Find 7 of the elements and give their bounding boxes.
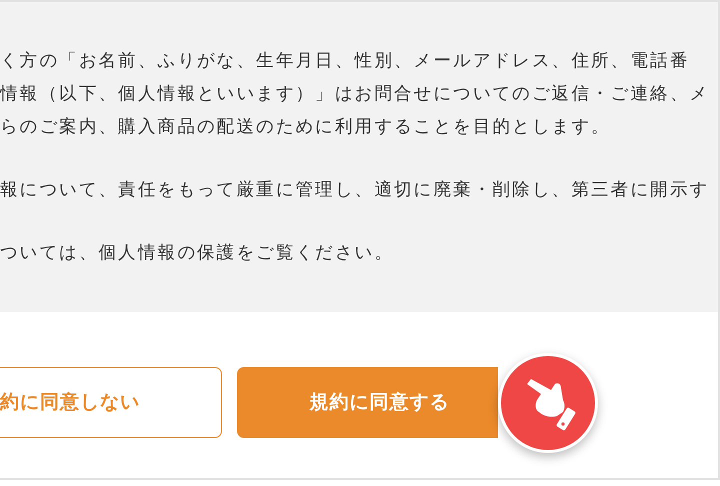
disagree-button[interactable]: 約に同意しない (0, 367, 222, 438)
agree-button[interactable]: 規約に同意する (237, 367, 498, 438)
notice-text: ついては、個人情報の保護をご覧ください。 (0, 242, 395, 265)
notice-text: く方の「お名前、ふりがな、生年月日、性別、メールアドレス、住所、電話番 (0, 50, 690, 73)
pointing-hand-icon (525, 378, 577, 432)
notice-text: 報について、責任をもって厳重に管理し、適切に廃棄・削除し、第三者に開示す (0, 179, 710, 202)
notice-text: らのご案内、購入商品の配送のために利用することを目的とします。 (0, 116, 612, 139)
